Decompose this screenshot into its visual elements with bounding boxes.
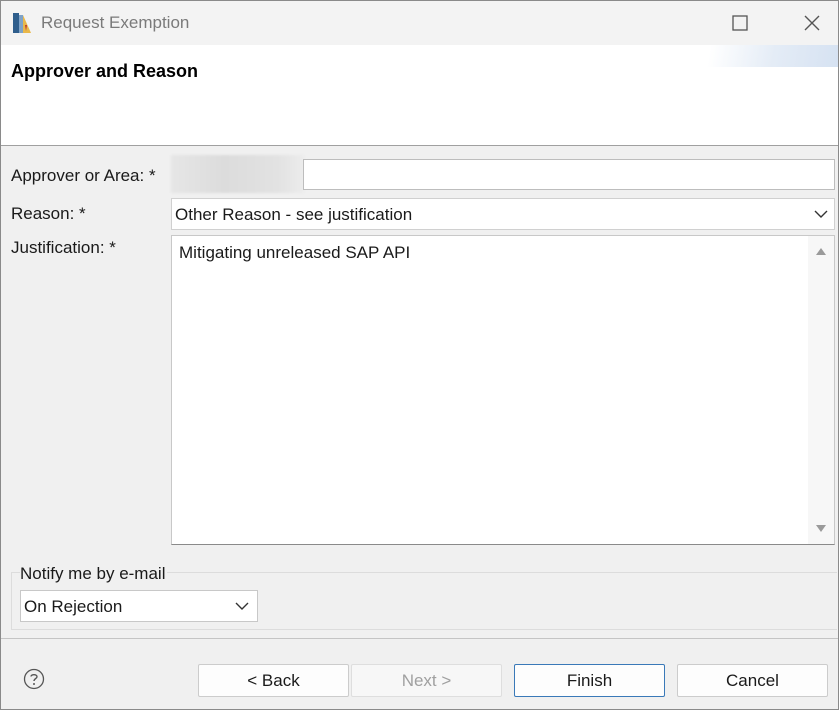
page-title: Approver and Reason xyxy=(11,61,199,81)
wizard-header: Approver and Reason xyxy=(1,45,838,146)
minimize-icon xyxy=(626,15,642,31)
notify-selected-value: On Rejection xyxy=(24,597,123,616)
app-icon xyxy=(11,11,35,35)
next-button[interactable]: Next > xyxy=(351,664,502,697)
justification-textarea[interactable]: Mitigating unreleased SAP API xyxy=(171,235,835,545)
justification-scrollbar[interactable] xyxy=(808,236,834,544)
scroll-up-icon[interactable] xyxy=(815,246,827,256)
close-button[interactable] xyxy=(789,7,835,39)
finish-button[interactable]: Finish xyxy=(514,664,665,697)
approver-redacted-value xyxy=(171,155,304,193)
back-button[interactable]: < Back xyxy=(198,664,349,697)
notify-select[interactable]: On Rejection xyxy=(20,590,258,622)
reason-select[interactable]: Other Reason - see justification xyxy=(171,198,835,230)
dialog-window: Request Exemption Approver and Reason Ap… xyxy=(0,0,839,710)
scroll-down-icon[interactable] xyxy=(815,524,827,534)
window-title: Request Exemption xyxy=(41,13,190,32)
chevron-down-icon xyxy=(235,602,249,610)
justification-text: Mitigating unreleased SAP API xyxy=(179,243,411,262)
help-icon[interactable] xyxy=(23,668,45,690)
maximize-button[interactable] xyxy=(717,7,763,39)
cancel-button[interactable]: Cancel xyxy=(677,664,828,697)
header-banner xyxy=(678,45,838,67)
approver-input[interactable] xyxy=(303,159,835,190)
approver-label: Approver or Area: * xyxy=(11,166,156,185)
chevron-down-icon xyxy=(814,210,828,218)
minimize-button[interactable] xyxy=(611,7,657,39)
close-icon xyxy=(804,15,820,31)
footer-separator xyxy=(1,638,838,639)
notify-legend: Notify me by e-mail xyxy=(20,564,168,584)
reason-selected-value: Other Reason - see justification xyxy=(175,205,413,224)
maximize-icon xyxy=(732,15,748,31)
reason-label: Reason: * xyxy=(11,204,86,223)
title-bar[interactable]: Request Exemption xyxy=(1,1,838,45)
justification-label: Justification: * xyxy=(11,238,116,257)
